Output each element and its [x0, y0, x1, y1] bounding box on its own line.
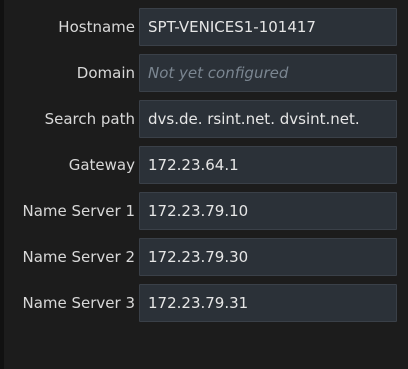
- gateway-row: Gateway: [4, 146, 408, 184]
- name-server-3-label: Name Server 3: [22, 294, 135, 312]
- name-server-2-row: Name Server 2: [4, 238, 408, 276]
- search-path-row: Search path: [4, 100, 408, 138]
- name-server-1-row: Name Server 1: [4, 192, 408, 230]
- domain-row: Domain: [4, 54, 408, 92]
- hostname-input[interactable]: [139, 8, 397, 46]
- gateway-input[interactable]: [139, 146, 397, 184]
- domain-label: Domain: [76, 64, 135, 82]
- name-server-3-row: Name Server 3: [4, 284, 408, 322]
- hostname-label: Hostname: [58, 18, 135, 36]
- name-server-1-input[interactable]: [139, 192, 397, 230]
- domain-input[interactable]: [139, 54, 397, 92]
- gateway-label: Gateway: [68, 156, 135, 174]
- search-path-input[interactable]: [139, 100, 397, 138]
- network-settings-panel: Hostname Domain Search path Gateway Name…: [0, 0, 408, 369]
- name-server-1-label: Name Server 1: [22, 202, 135, 220]
- search-path-label: Search path: [44, 110, 135, 128]
- name-server-2-input[interactable]: [139, 238, 397, 276]
- hostname-row: Hostname: [4, 8, 408, 46]
- name-server-3-input[interactable]: [139, 284, 397, 322]
- name-server-2-label: Name Server 2: [22, 248, 135, 266]
